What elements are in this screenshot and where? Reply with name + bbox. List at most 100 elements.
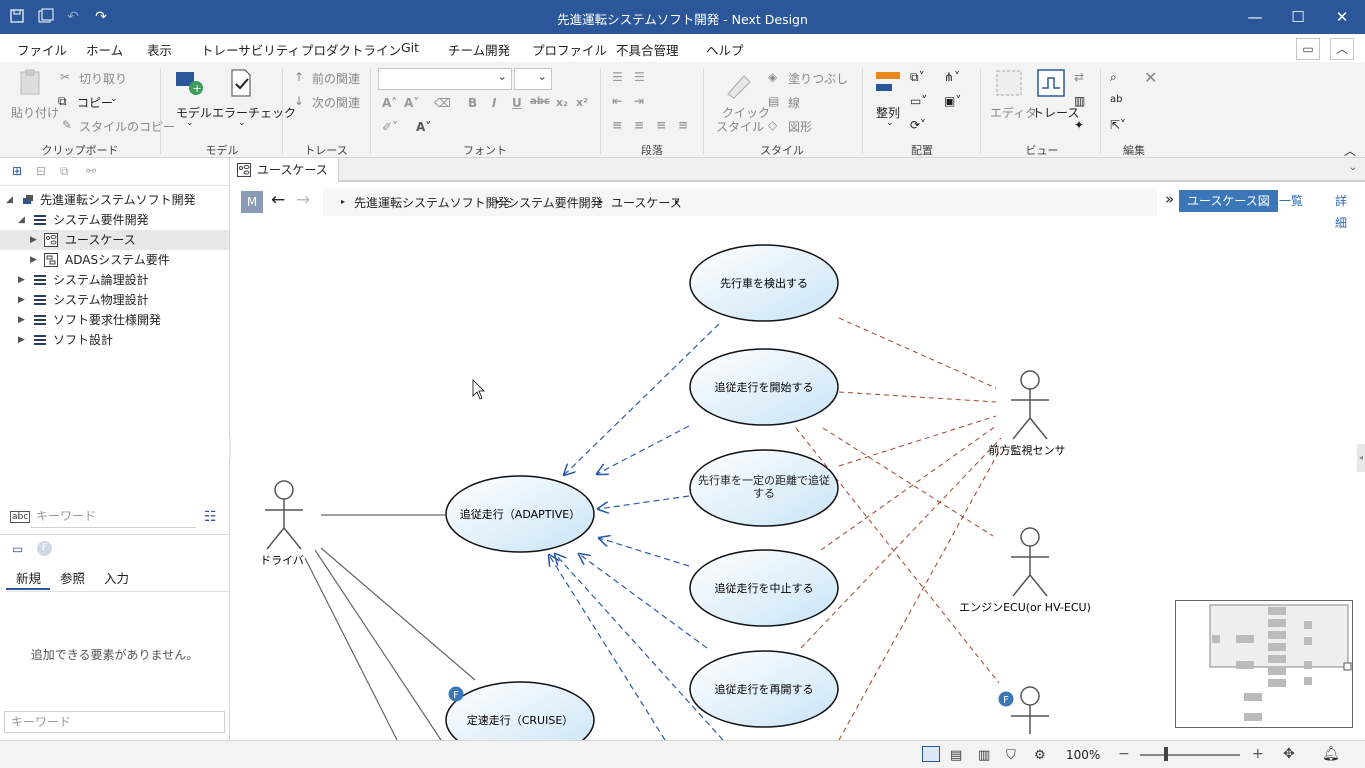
- model-button[interactable]: モデル: [176, 104, 212, 121]
- copy-button[interactable]: コピー: [77, 94, 113, 111]
- editor-button[interactable]: エディタ: [990, 104, 1037, 121]
- palette-tab-input[interactable]: 入力: [104, 568, 129, 587]
- maximize-button[interactable]: ☐: [1276, 0, 1320, 34]
- caret-collapsed-icon[interactable]: ▶: [18, 270, 25, 290]
- close-button[interactable]: ✕: [1320, 0, 1364, 34]
- trace-view-button[interactable]: トレース: [1032, 104, 1079, 121]
- comment-icon[interactable]: ▭: [1296, 38, 1320, 60]
- align-center-icon[interactable]: ≡: [634, 118, 644, 132]
- view-detail[interactable]: 詳細: [1327, 190, 1361, 230]
- bold-icon[interactable]: B: [468, 96, 477, 110]
- usecase-uc2[interactable]: 追従走行を開始する: [689, 348, 839, 426]
- collapse-right-panel-icon[interactable]: ◂: [1357, 444, 1365, 472]
- tree-item-system-requirements[interactable]: ◢ システム要件開発: [0, 210, 229, 230]
- menu-git[interactable]: Git: [401, 40, 419, 55]
- fit-to-window-icon[interactable]: ✥: [1283, 746, 1295, 762]
- font-color-icon[interactable]: A˅: [416, 120, 431, 134]
- notification-bell-icon[interactable]: 🔔︎: [1322, 746, 1340, 762]
- next-relation-button[interactable]: 次の関連: [312, 94, 360, 111]
- actor-front-sensor[interactable]: [1011, 370, 1049, 440]
- highlight-icon[interactable]: ✐˅: [382, 120, 398, 134]
- tree-options-icon[interactable]: ☷: [204, 509, 217, 525]
- select-icon[interactable]: ⇱˅: [1110, 118, 1126, 132]
- superscript-icon[interactable]: x²: [576, 96, 588, 109]
- caret-expanded-icon[interactable]: ◢: [18, 210, 25, 230]
- chevron-down-icon[interactable]: ⌄: [186, 118, 194, 128]
- back-icon[interactable]: ←: [271, 190, 285, 210]
- tree-item-software-requirements[interactable]: ▶ ソフト要求仕様開発: [0, 310, 229, 330]
- filter-icon[interactable]: ⛉: [1006, 748, 1016, 763]
- menu-profile[interactable]: プロファイル: [532, 40, 607, 59]
- actor-link[interactable]: [838, 415, 997, 467]
- caret-expanded-icon[interactable]: ◢: [6, 190, 13, 210]
- italic-icon[interactable]: I: [492, 96, 496, 110]
- forward-icon[interactable]: →: [296, 190, 310, 210]
- usecase-uc6[interactable]: 追従走行（ADAPTIVE）: [445, 475, 595, 553]
- tree-search-input[interactable]: キーワード: [30, 506, 196, 528]
- error-check-button[interactable]: エラーチェック: [212, 104, 296, 121]
- diagram-icon[interactable]: ⊟: [36, 164, 46, 178]
- palette-tab-reference[interactable]: 参照: [60, 568, 85, 587]
- menu-home[interactable]: ホーム: [86, 40, 124, 64]
- zoom-slider-thumb[interactable]: [1164, 747, 1168, 761]
- breadcrumb-item[interactable]: ユースケース: [611, 194, 682, 211]
- menu-product-line[interactable]: プロダクトライン: [301, 40, 401, 59]
- usecase-uc1[interactable]: 先行車を検出する: [689, 244, 839, 322]
- size-icon[interactable]: ▭˅: [910, 94, 927, 108]
- delete-icon[interactable]: ✕: [1144, 68, 1157, 87]
- caret-collapsed-icon[interactable]: ▶: [18, 310, 25, 330]
- chevron-right-icon[interactable]: ▸: [341, 197, 345, 206]
- include-link[interactable]: [597, 425, 690, 474]
- actor-link[interactable]: [838, 317, 997, 389]
- palette-tab-new[interactable]: 新規: [16, 568, 41, 587]
- tree-item-usecase[interactable]: ▶ ユースケース: [0, 230, 229, 250]
- numbering-icon[interactable]: ☰: [634, 70, 645, 84]
- menu-help[interactable]: ヘルプ: [706, 40, 744, 59]
- actor-other[interactable]: [1011, 686, 1049, 734]
- clear-format-icon[interactable]: ⌫: [434, 96, 451, 110]
- tree-item-software-design[interactable]: ▶ ソフト設計: [0, 330, 229, 350]
- more-views-icon[interactable]: »: [1165, 190, 1174, 208]
- panel-icon[interactable]: ▥: [1074, 94, 1085, 108]
- zoom-out-icon[interactable]: −: [1118, 746, 1130, 762]
- underline-icon[interactable]: U: [512, 96, 522, 110]
- actor-link[interactable]: [795, 427, 1000, 684]
- actor-driver[interactable]: [265, 480, 303, 550]
- settings-icon[interactable]: ⚙: [1034, 748, 1046, 763]
- usecase-uc4[interactable]: 追従走行を中止する: [689, 549, 839, 627]
- replace-icon[interactable]: ab: [1110, 94, 1122, 105]
- tab-usecase[interactable]: ユースケース: [231, 158, 339, 182]
- tab-list-icon[interactable]: ⌄: [1349, 162, 1357, 173]
- view-usecase-diagram[interactable]: ユースケース図: [1179, 190, 1278, 212]
- include-link[interactable]: [598, 495, 690, 509]
- breadcrumb-item[interactable]: 先進運転システムソフト開発: [354, 194, 510, 211]
- view-list[interactable]: 一覧: [1271, 190, 1311, 212]
- tree-item-system-physical[interactable]: ▶ システム物理設計: [0, 290, 229, 310]
- group-icon[interactable]: ▣˅: [944, 94, 961, 108]
- include-link[interactable]: [599, 538, 690, 567]
- collapse-icon[interactable]: ︿: [1344, 142, 1356, 159]
- menu-file[interactable]: ファイル: [17, 40, 67, 59]
- rotate-icon[interactable]: ⟳˅: [910, 118, 926, 132]
- tree-item-system-logical[interactable]: ▶ システム論理設計: [0, 270, 229, 290]
- find-icon[interactable]: ⌕: [1110, 70, 1117, 85]
- caret-collapsed-icon[interactable]: ▶: [18, 290, 25, 310]
- align-right-icon[interactable]: ≡: [656, 118, 666, 132]
- font-size-select[interactable]: [514, 68, 552, 90]
- justify-icon[interactable]: ≡: [678, 118, 688, 132]
- palette-search-input[interactable]: キーワード: [4, 711, 225, 733]
- actor-link[interactable]: [838, 447, 1002, 740]
- breadcrumb-item[interactable]: システム要件開発: [507, 194, 603, 211]
- menu-traceability[interactable]: トレーサビリティ: [201, 40, 300, 59]
- collapse-ribbon-icon[interactable]: ︿: [1330, 38, 1354, 60]
- menu-view[interactable]: 表示: [147, 40, 172, 59]
- usecase-uc3[interactable]: 先行車を一定の距離で追従する: [689, 449, 839, 527]
- align-left-icon[interactable]: ≡: [612, 118, 622, 132]
- line-button[interactable]: 線: [788, 94, 800, 111]
- feature-badge[interactable]: F: [998, 691, 1014, 707]
- cut-button[interactable]: 切り取り: [79, 70, 127, 87]
- usecase-uc5[interactable]: 追従走行を再開する: [689, 650, 839, 728]
- chevron-right-icon[interactable]: ▸: [599, 197, 603, 206]
- paste-button[interactable]: 貼り付け: [11, 104, 59, 121]
- tree-root[interactable]: ◢ 先進運転システムソフト開発: [0, 190, 229, 210]
